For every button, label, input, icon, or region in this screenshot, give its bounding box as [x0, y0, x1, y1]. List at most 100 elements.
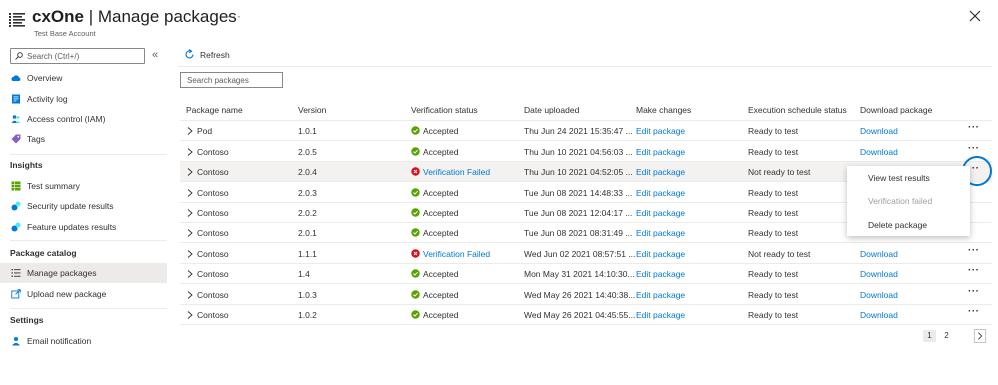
chevron-right-icon[interactable] — [187, 189, 193, 197]
cloud-icon — [11, 75, 21, 81]
table-row[interactable]: Contoso 2.0.5 Accepted Thu Jun 10 2021 04:5… — [180, 142, 992, 162]
version-cell: 1.1.1 — [298, 249, 317, 259]
package-name-cell: Contoso — [197, 167, 229, 177]
sidebar-item-security-update-results[interactable]: Security update results — [0, 196, 167, 216]
column-header-verification-status[interactable]: Verification status — [411, 105, 478, 115]
package-name-cell: Contoso — [197, 188, 229, 198]
sidebar-item-manage-packages[interactable]: Manage packages — [0, 263, 167, 283]
row-more-button[interactable]: ··· — [968, 265, 980, 276]
chevron-right-icon[interactable] — [187, 209, 193, 217]
menu-item-view-test-results[interactable]: View test results — [868, 173, 930, 183]
row-more-button[interactable]: ··· — [968, 245, 980, 256]
table-row[interactable]: Pod 1.0.1 Accepted Thu Jun 24 2021 15:35:47… — [180, 121, 992, 141]
menu-item-verification-failed: Verification failed — [868, 196, 933, 206]
chevron-right-icon[interactable] — [187, 250, 193, 258]
chevron-right-icon[interactable] — [187, 168, 193, 176]
date-uploaded-cell: Tue Jun 08 2021 12:04:17 ... — [524, 208, 633, 218]
sidebar-item-activity-log[interactable]: Activity log — [0, 89, 167, 109]
download-link[interactable]: Download — [860, 147, 898, 157]
more-options-button[interactable]: ··· — [227, 9, 242, 23]
sidebar-item-label: Access control (IAM) — [27, 114, 106, 124]
sidebar-item-overview[interactable]: Overview — [0, 68, 167, 88]
pager-page-1[interactable]: 1 — [923, 330, 936, 342]
edit-package-link[interactable]: Edit package — [636, 269, 685, 279]
sidebar-item-test-summary[interactable]: Test summary — [0, 176, 167, 196]
verification-status-cell[interactable]: Verification Failed — [423, 167, 490, 177]
row-more-button[interactable]: ··· — [968, 286, 980, 297]
chevron-right-icon[interactable] — [187, 270, 193, 278]
row-context-menu: View test results Verification failed De… — [847, 166, 970, 236]
download-link[interactable]: Download — [860, 290, 898, 300]
edit-package-link[interactable]: Edit package — [636, 249, 685, 259]
date-uploaded-cell: Tue Jun 08 2021 14:48:33 ... — [524, 188, 633, 198]
verification-status-cell[interactable]: Verification Failed — [423, 249, 490, 259]
edit-package-link[interactable]: Edit package — [636, 188, 685, 198]
sidebar-item-email-notification[interactable]: Email notification — [0, 331, 167, 351]
security-update-icon — [11, 201, 21, 211]
sidebar-item-label: Upload new package — [27, 289, 107, 299]
date-uploaded-cell: Mon May 31 2021 14:10:30... — [524, 269, 635, 279]
edit-package-link[interactable]: Edit package — [636, 167, 685, 177]
execution-status-cell: Ready to test — [748, 290, 799, 300]
sidebar-item-tags[interactable]: Tags — [0, 129, 167, 149]
execution-status-cell: Ready to test — [748, 310, 799, 320]
column-header-make-changes[interactable]: Make changes — [636, 105, 691, 115]
manage-packages-icon — [9, 13, 25, 27]
sidebar-item-label: Overview — [27, 73, 63, 83]
version-cell: 2.0.2 — [298, 208, 317, 218]
execution-status-cell: Not ready to test — [748, 249, 811, 259]
table-row[interactable]: Contoso 1.0.3 Accepted Wed May 26 2021 14:4… — [180, 285, 992, 305]
activity-log-icon — [12, 94, 20, 104]
pager-page-2[interactable]: 2 — [940, 330, 953, 342]
edit-package-link[interactable]: Edit package — [636, 310, 685, 320]
close-icon[interactable] — [969, 10, 981, 22]
sidebar-item-access-control[interactable]: Access control (IAM) — [0, 109, 167, 129]
execution-status-cell: Ready to test — [748, 228, 799, 238]
chevron-right-icon[interactable] — [187, 148, 193, 156]
download-link[interactable]: Download — [860, 310, 898, 320]
execution-status-cell: Not ready to test — [748, 167, 811, 177]
tag-icon — [11, 134, 21, 144]
download-link[interactable]: Download — [860, 126, 898, 136]
table-row[interactable]: Contoso 1.1.1 Verification Failed Wed Jun 0… — [180, 244, 992, 264]
download-link[interactable]: Download — [860, 249, 898, 259]
column-header-download-package[interactable]: Download package — [860, 105, 932, 115]
menu-item-delete-package[interactable]: Delete package — [868, 220, 927, 230]
download-link[interactable]: Download — [860, 269, 898, 279]
check-circle-icon — [411, 269, 420, 278]
column-header-version[interactable]: Version — [298, 105, 326, 115]
chevron-right-icon[interactable] — [187, 229, 193, 237]
edit-package-link[interactable]: Edit package — [636, 208, 685, 218]
sidebar-item-upload-new-package[interactable]: Upload new package — [0, 284, 167, 304]
chevron-right-icon[interactable] — [187, 291, 193, 299]
sidebar-search-input[interactable]: Search (Ctrl+/) — [10, 48, 145, 64]
edit-package-link[interactable]: Edit package — [636, 147, 685, 157]
collapse-sidebar-button[interactable]: « — [152, 49, 158, 61]
sidebar-item-label: Security update results — [27, 201, 114, 211]
check-circle-icon — [411, 147, 420, 156]
sidebar-item-label: Activity log — [27, 94, 68, 104]
table-row[interactable]: Contoso 1.4 Accepted Mon May 31 2021 14:10:… — [180, 264, 992, 284]
execution-status-cell: Ready to test — [748, 208, 799, 218]
edit-package-link[interactable]: Edit package — [636, 228, 685, 238]
row-more-button[interactable]: ··· — [968, 306, 980, 317]
column-header-date-uploaded[interactable]: Date uploaded — [524, 105, 579, 115]
sidebar-divider — [10, 240, 167, 241]
sidebar-item-label: Feature updates results — [27, 222, 117, 232]
sidebar-section-settings: Settings — [10, 315, 44, 325]
edit-package-link[interactable]: Edit package — [636, 126, 685, 136]
sidebar-item-feature-updates-results[interactable]: Feature updates results — [0, 217, 167, 237]
sidebar-search-placeholder: Search (Ctrl+/) — [27, 52, 80, 61]
column-header-execution-schedule-status[interactable]: Execution schedule status — [748, 105, 847, 115]
column-header-package-name[interactable]: Package name — [186, 105, 243, 115]
chevron-right-icon[interactable] — [187, 127, 193, 135]
row-more-button[interactable]: ··· — [968, 122, 980, 133]
row-more-button[interactable]: ··· — [968, 143, 980, 154]
chevron-right-icon[interactable] — [187, 311, 193, 319]
table-row[interactable]: Contoso 1.0.2 Accepted Wed May 26 2021 04:4… — [180, 305, 992, 325]
edit-package-link[interactable]: Edit package — [636, 290, 685, 300]
search-packages-input[interactable]: Search packages — [180, 72, 283, 88]
chevron-right-icon[interactable] — [974, 329, 986, 343]
version-cell: 1.0.3 — [298, 290, 317, 300]
search-icon — [15, 52, 23, 60]
